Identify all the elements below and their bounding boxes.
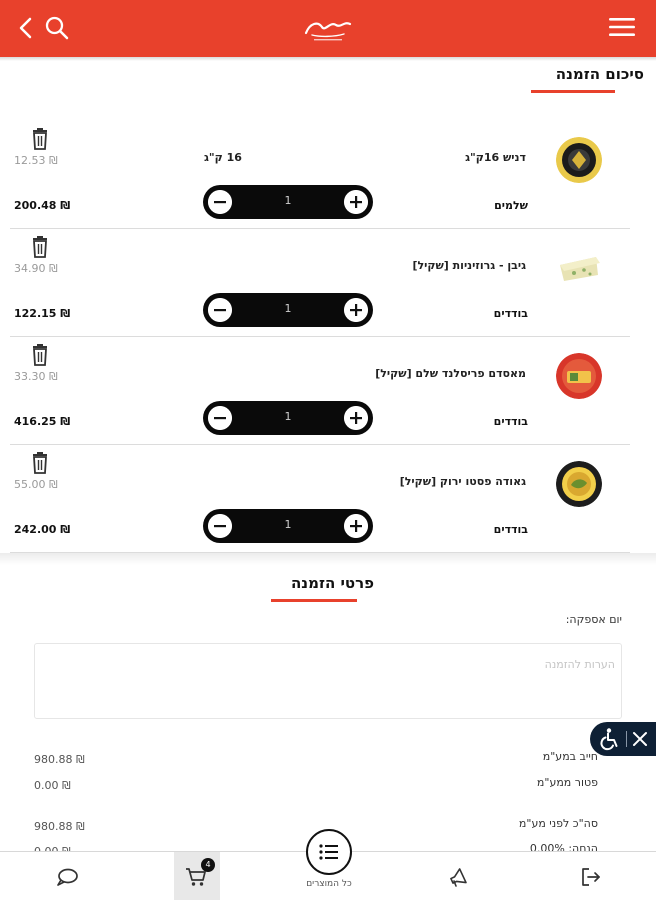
- cart-count-badge: 4: [201, 858, 215, 872]
- unit-price: 12.53 ₪: [14, 154, 58, 167]
- megaphone-icon: [450, 868, 467, 887]
- trash-icon[interactable]: [30, 344, 50, 366]
- section-divider: [0, 553, 656, 565]
- nav-cart[interactable]: 4: [174, 852, 220, 900]
- order-summary-underline: [531, 90, 615, 93]
- unit-type[interactable]: בודדים: [494, 307, 528, 320]
- nav-promotions[interactable]: [444, 852, 474, 900]
- order-notes-field[interactable]: הערות להזמנה: [34, 643, 622, 719]
- product-image[interactable]: [556, 245, 602, 291]
- list-icon: [319, 844, 338, 860]
- increase-button[interactable]: [344, 406, 368, 430]
- quantity-stepper: 1: [203, 293, 373, 327]
- nav-logout[interactable]: [576, 852, 606, 900]
- order-details-underline: [271, 599, 357, 602]
- search-icon[interactable]: [44, 15, 70, 41]
- product-name: מאסדם פריסלנד שלם [שקיל]: [375, 367, 526, 380]
- accessibility-divider: [626, 731, 627, 747]
- trash-icon[interactable]: [30, 452, 50, 474]
- summary-label: סה"כ לפני מע"מ: [518, 817, 598, 830]
- product-image[interactable]: [556, 461, 602, 507]
- product-name: גאודה פסטו ירוק [שקיל]: [399, 475, 526, 488]
- unit-type[interactable]: בודדים: [494, 415, 528, 428]
- all-products-button[interactable]: [306, 829, 352, 875]
- summary-label: פטור ממע"מ: [536, 776, 598, 789]
- notes-placeholder: הערות להזמנה: [544, 658, 615, 671]
- delivery-day-label[interactable]: יום אספקה:: [566, 613, 622, 626]
- quantity-stepper: 1: [203, 401, 373, 435]
- logout-icon: [582, 868, 600, 886]
- quantity-stepper: 1: [203, 185, 373, 219]
- unit-price: 55.00 ₪: [14, 478, 58, 491]
- nav-chat[interactable]: [52, 852, 82, 900]
- cart-item: גאודה פסטו ירוק [שקיל] 55.00 ₪ 242.00 ₪ …: [10, 444, 630, 552]
- summary-value: 980.88 ₪: [34, 820, 85, 833]
- product-name: דניש 16ק"ג: [465, 151, 526, 164]
- summary-label: חייב במע"מ: [542, 750, 598, 763]
- all-products-label[interactable]: כל המוצרים: [282, 879, 376, 889]
- cart-item: גיבן - גרוזיניות [שקיל] 34.90 ₪ 122.15 ₪…: [10, 228, 630, 336]
- app-header: [0, 0, 656, 57]
- increase-button[interactable]: [344, 190, 368, 214]
- increase-button[interactable]: [344, 514, 368, 538]
- unit-type[interactable]: בודדים: [494, 523, 528, 536]
- line-total: 242.00 ₪: [14, 523, 71, 536]
- brand-logo[interactable]: [300, 15, 356, 43]
- line-total: 122.15 ₪: [14, 307, 71, 320]
- header-shadow: [0, 57, 656, 61]
- summary-value: 0.00 ₪: [34, 779, 71, 792]
- product-name: גיבן - גרוזיניות [שקיל]: [412, 259, 526, 272]
- product-image[interactable]: [556, 353, 602, 399]
- cart-item: מאסדם פריסלנד שלם [שקיל] 33.30 ₪ 416.25 …: [10, 336, 630, 444]
- hamburger-menu-icon[interactable]: [608, 16, 636, 38]
- unit-price: 33.30 ₪: [14, 370, 58, 383]
- product-weight: 16 ק"ג: [204, 151, 242, 164]
- product-image[interactable]: [556, 137, 602, 183]
- line-total: 200.48 ₪: [14, 199, 71, 212]
- cart-item: דניש 16ק"ג 16 ק"ג 12.53 ₪ 200.48 ₪ שלמים…: [10, 120, 630, 228]
- summary-value: 980.88 ₪: [34, 753, 85, 766]
- quantity-stepper: 1: [203, 509, 373, 543]
- line-total: 416.25 ₪: [14, 415, 71, 428]
- unit-price: 34.90 ₪: [14, 262, 58, 275]
- unit-type[interactable]: שלמים: [494, 199, 528, 212]
- close-icon[interactable]: [631, 730, 649, 748]
- trash-icon[interactable]: [30, 128, 50, 150]
- increase-button[interactable]: [344, 298, 368, 322]
- chevron-left-icon[interactable]: [18, 17, 34, 39]
- wheelchair-icon[interactable]: [598, 727, 622, 751]
- accessibility-widget[interactable]: [590, 722, 656, 756]
- trash-icon[interactable]: [30, 236, 50, 258]
- chat-icon: [57, 868, 78, 886]
- order-details-title: פרטי הזמנה: [291, 574, 374, 592]
- order-summary-title: סיכום הזמנה: [555, 65, 644, 83]
